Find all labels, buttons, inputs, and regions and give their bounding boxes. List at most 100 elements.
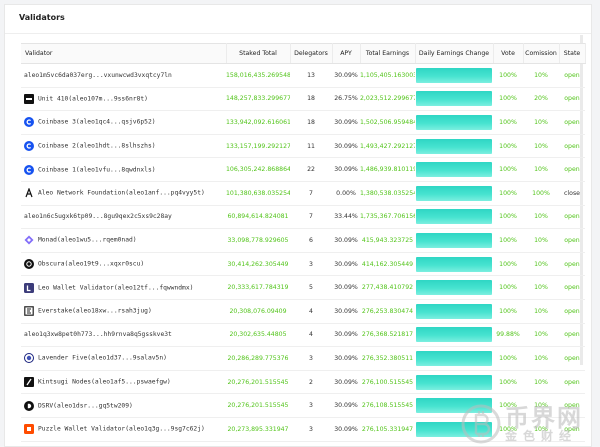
vote-cell: 100% xyxy=(493,110,523,135)
daily-earnings-cell xyxy=(415,346,493,371)
delegators-cell: 2 xyxy=(290,370,332,395)
col-apy[interactable]: APY xyxy=(332,43,361,64)
validator-name[interactable]: Coinbase 2(aleo1hdt...8slhszhs) xyxy=(38,143,156,150)
daily-earnings-cell xyxy=(415,323,493,348)
vote-cell: 100% xyxy=(493,228,523,253)
delegators-cell: 13 xyxy=(290,63,332,88)
daily-earnings-bar xyxy=(416,327,492,343)
table-row[interactable]: Obscura(aleo19t9...xqxr0scu) 30,414,262.… xyxy=(21,252,585,277)
daily-earnings-bar xyxy=(416,421,492,437)
commission-cell: 10% xyxy=(523,205,559,230)
table-row[interactable]: Coinbase 1(aleo1vfu...8qwdnxls) 106,305,… xyxy=(21,157,585,182)
vote-cell: 100% xyxy=(493,252,523,277)
daily-earnings-cell xyxy=(415,252,493,277)
table-row[interactable]: Aleo Network Foundation(aleo1anf...pq4vy… xyxy=(21,181,585,206)
coinbase-icon xyxy=(24,164,34,175)
validator-cell[interactable]: Everstake(aleo18xw...rsah3jug) xyxy=(21,299,226,324)
staked-total-cell: 133,942,092.616061 xyxy=(226,110,290,135)
apy-cell: 30.09% xyxy=(332,134,360,159)
validator-name[interactable]: Kintsugi Nodes(aleo1af5...pswaefgw) xyxy=(38,379,171,386)
validator-cell[interactable]: Leo Wallet Validator(aleo12tf...fqwwndmx… xyxy=(21,275,226,300)
daily-earnings-bar xyxy=(416,256,492,272)
col-validator[interactable]: Validator xyxy=(21,43,227,64)
validator-cell[interactable]: DSRV(aleo1dsr...gq5tw209) xyxy=(21,393,226,418)
validator-name[interactable]: Everstake(aleo18xw...rsah3jug) xyxy=(38,308,152,315)
validator-name[interactable]: Coinbase 3(aleo1qc4...qsjv6p52) xyxy=(38,119,156,126)
validator-name[interactable]: Obscura(aleo19t9...xqxr0scu) xyxy=(38,261,144,268)
dsrv-icon xyxy=(24,400,34,411)
table-row[interactable]: Coinbase 2(aleo1hdt...8slhszhs) 133,157,… xyxy=(21,134,585,159)
validator-name[interactable]: Monad(aleo1wu5...rqem0nad) xyxy=(38,237,137,244)
validator-cell[interactable]: Aleo Network Foundation(aleo1anf...pq4vy… xyxy=(21,181,226,206)
daily-earnings-bar xyxy=(416,232,492,248)
validator-name[interactable]: aleo1q3xw8pet0h773...hh9rnva8q5gsskve3t xyxy=(24,331,172,338)
table-row[interactable]: Lavender Five(aleo1d37...9salav5n) 20,28… xyxy=(21,346,585,371)
daily-earnings-cell xyxy=(415,393,493,418)
table-row[interactable]: Monad(aleo1wu5...rqem0nad) 33,098,778.92… xyxy=(21,228,585,253)
state-cell: open xyxy=(559,110,585,135)
table-row[interactable]: Coinbase 3(aleo1qc4...qsjv6p52) 133,942,… xyxy=(21,110,585,135)
col-delegators[interactable]: Delegators xyxy=(290,43,333,64)
validator-cell[interactable]: Monad(aleo1wu5...rqem0nad) xyxy=(21,228,226,253)
col-total-earnings[interactable]: Total Earnings xyxy=(360,43,416,64)
validator-name[interactable]: Puzzle Wallet Validator(aleo1q3g...9sg7c… xyxy=(38,426,205,433)
table-row[interactable]: aleo1m5vc6da037erg...vxunwcwd3vxqtcy7ln … xyxy=(21,63,585,88)
coinbase-icon xyxy=(24,141,34,152)
validator-cell[interactable]: Kintsugi Nodes(aleo1af5...pswaefgw) xyxy=(21,370,226,395)
validator-name[interactable]: DSRV(aleo1dsr...gq5tw209) xyxy=(38,402,133,409)
table-row[interactable]: DSRV(aleo1dsr...gq5tw209) 20,276,201.515… xyxy=(21,393,585,418)
table-row[interactable]: aleo1n6c5ugxk6tp09...8gu9qex2c5xs9c28ay … xyxy=(21,205,585,230)
apy-cell: 30.09% xyxy=(332,370,360,395)
total-earnings-cell: 276,100.515545 xyxy=(360,370,415,395)
commission-cell: 10% xyxy=(523,110,559,135)
col-daily-earnings-change[interactable]: Daily Earnings Change xyxy=(415,43,494,64)
validator-cell[interactable]: Unit 410(aleo107m...9ss6nr8t) xyxy=(21,87,226,112)
validator-name[interactable]: aleo1m5vc6da037erg...vxunwcwd3vxqtcy7ln xyxy=(24,72,172,79)
table-row[interactable]: Everstake(aleo18xw...rsah3jug) 20,308,07… xyxy=(21,299,585,324)
commission-cell: 10% xyxy=(523,157,559,182)
validator-name[interactable]: Aleo Network Foundation(aleo1anf...pq4vy… xyxy=(38,190,205,197)
validator-name[interactable]: Leo Wallet Validator(aleo12tf...fqwwndmx… xyxy=(38,284,193,291)
validator-cell[interactable]: Coinbase 3(aleo1qc4...qsjv6p52) xyxy=(21,110,226,135)
validator-cell[interactable]: Obscura(aleo19t9...xqxr0scu) xyxy=(21,252,226,277)
everstake-icon xyxy=(24,306,34,317)
validator-cell[interactable]: Puzzle Wallet Validator(aleo1q3g...9sg7c… xyxy=(21,417,226,442)
validator-cell[interactable]: aleo1q3xw8pet0h773...hh9rnva8q5gsskve3t xyxy=(21,323,226,348)
col-vote[interactable]: Vote xyxy=(493,43,524,64)
state-cell: open xyxy=(559,228,585,253)
state-cell: open xyxy=(559,63,585,88)
validator-cell[interactable]: aleo1m5vc6da037erg...vxunwcwd3vxqtcy7ln xyxy=(21,63,226,88)
commission-cell: 10% xyxy=(523,346,559,371)
validator-cell[interactable]: aleo1n6c5ugxk6tp09...8gu9qex2c5xs9c28ay xyxy=(21,205,226,230)
col-commission[interactable]: Comission xyxy=(523,43,560,64)
aleo-foundation-icon xyxy=(24,188,34,198)
apy-cell: 26.75% xyxy=(332,87,360,112)
col-state[interactable]: State xyxy=(559,43,586,64)
validators-panel: Validators Validator Staked Total Delega… xyxy=(4,4,592,447)
state-cell: open xyxy=(559,417,585,442)
delegators-cell: 18 xyxy=(290,87,332,112)
validator-name[interactable]: aleo1n6c5ugxk6tp09...8gu9qex2c5xs9c28ay xyxy=(24,213,172,220)
col-staked-total[interactable]: Staked Total xyxy=(226,43,291,64)
table-row[interactable]: aleo1q3xw8pet0h773...hh9rnva8q5gsskve3t … xyxy=(21,323,585,348)
daily-earnings-bar xyxy=(416,350,492,366)
validator-name[interactable]: Lavender Five(aleo1d37...9salav5n) xyxy=(38,355,167,362)
table-row[interactable]: Unit 410(aleo107m...9ss6nr8t) 148,257,83… xyxy=(21,87,585,112)
unit410-icon xyxy=(24,93,34,104)
validator-cell[interactable]: Coinbase 2(aleo1hdt...8slhszhs) xyxy=(21,134,226,159)
apy-cell: 30.09% xyxy=(332,275,360,300)
validator-cell[interactable]: Coinbase 1(aleo1vfu...8qwdnxls) xyxy=(21,157,226,182)
table-row[interactable]: Kintsugi Nodes(aleo1af5...pswaefgw) 20,2… xyxy=(21,370,585,395)
validator-name[interactable]: Unit 410(aleo107m...9ss6nr8t) xyxy=(38,95,148,102)
delegators-cell: 4 xyxy=(290,299,332,324)
validator-cell[interactable]: Lavender Five(aleo1d37...9salav5n) xyxy=(21,346,226,371)
vote-cell: 100% xyxy=(493,157,523,182)
daily-earnings-bar xyxy=(416,280,492,296)
table-row[interactable]: Puzzle Wallet Validator(aleo1q3g...9sg7c… xyxy=(21,417,585,442)
delegators-cell: 3 xyxy=(290,417,332,442)
table-row[interactable]: Leo Wallet Validator(aleo12tf...fqwwndmx… xyxy=(21,275,585,300)
state-cell: open xyxy=(559,275,585,300)
validator-name[interactable]: Coinbase 1(aleo1vfu...8qwdnxls) xyxy=(38,166,156,173)
commission-cell: 10% xyxy=(523,393,559,418)
total-earnings-cell: 276,253.830474 xyxy=(360,299,415,324)
